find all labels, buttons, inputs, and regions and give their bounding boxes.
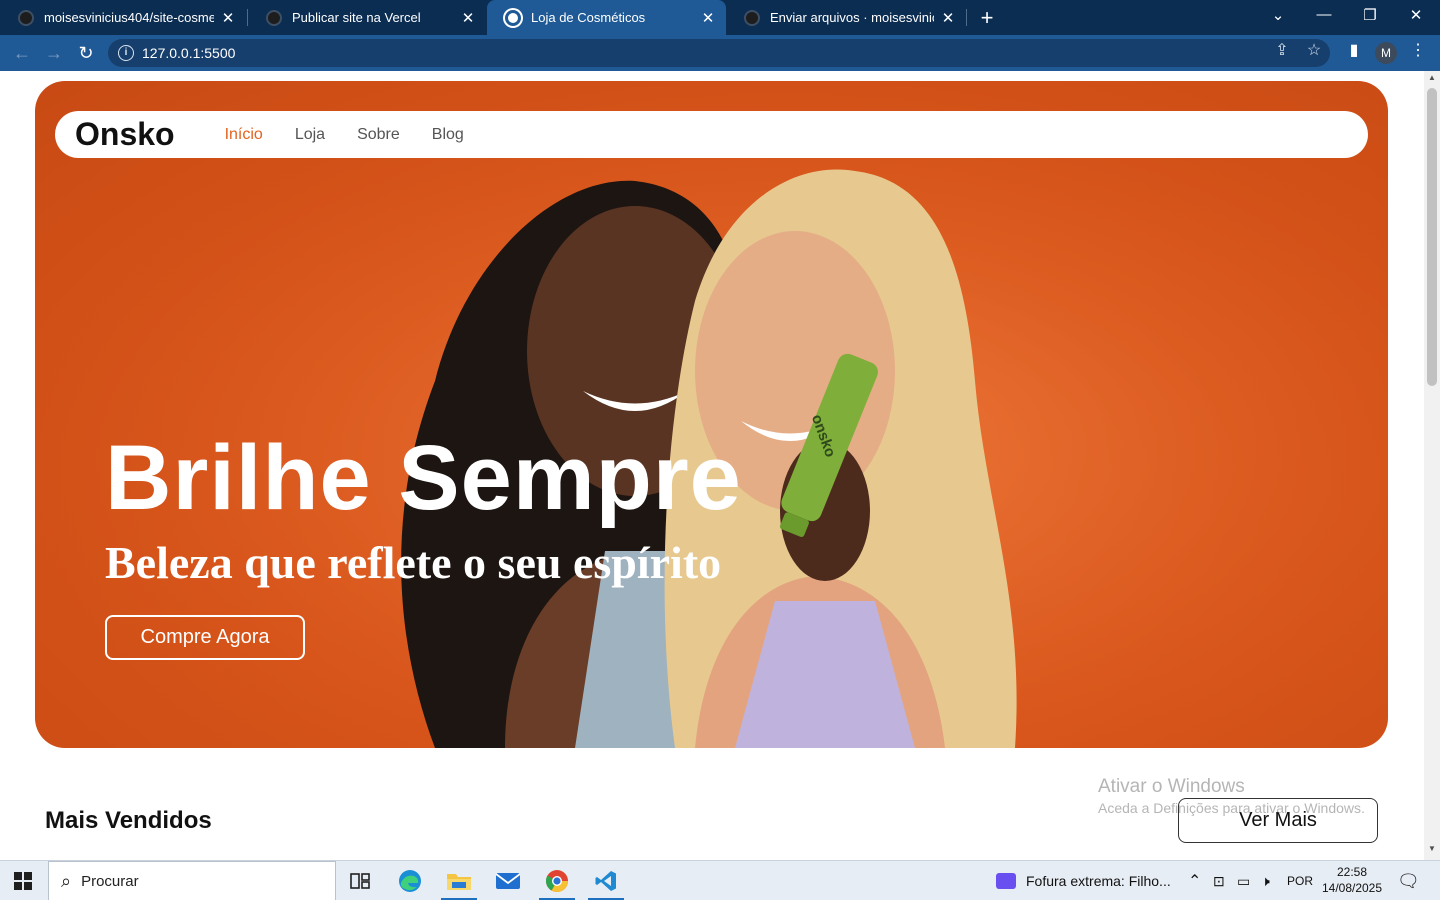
news-text: Fofura extrema: Filho...	[1026, 873, 1171, 889]
mail-icon[interactable]	[488, 865, 528, 897]
reload-icon[interactable]: ↻	[74, 41, 98, 65]
meet-icon[interactable]: ⊡	[1213, 861, 1225, 900]
notifications-icon[interactable]: 🗨	[1397, 861, 1420, 900]
tab-title: Enviar arquivos · moisesvinicius404	[770, 10, 934, 25]
nav-link-loja[interactable]: Loja	[295, 126, 325, 144]
hero-banner: onsko Onsko Início Loja Sobre Blog Brilh…	[35, 81, 1388, 748]
windows-start-icon[interactable]	[14, 872, 32, 890]
back-arrow-icon[interactable]: ←	[10, 41, 34, 65]
see-more-button[interactable]: Ver Mais	[1178, 798, 1378, 843]
taskbar-clock[interactable]: 22:58 14/08/2025	[1318, 864, 1386, 896]
network-icon[interactable]: ▭	[1237, 861, 1250, 900]
forward-arrow-icon[interactable]: →	[42, 41, 66, 65]
site-navbar: Onsko Início Loja Sobre Blog	[55, 111, 1368, 158]
taskbar-search[interactable]: ⌕ Procurar	[48, 861, 336, 900]
nav-link-sobre[interactable]: Sobre	[357, 126, 400, 144]
show-hidden-icons-chevron-icon[interactable]: ⌃	[1188, 861, 1201, 900]
restore-icon[interactable]: ❐	[1360, 6, 1380, 24]
tab-github-repo[interactable]: moisesvinicius404/site-cosmetico ✕	[0, 0, 246, 35]
scroll-thumb[interactable]	[1427, 88, 1437, 386]
bookmark-star-icon[interactable]: ☆	[1304, 40, 1324, 60]
nav-link-inicio[interactable]: Início	[225, 126, 263, 144]
browser-menu-icon[interactable]: ⋮	[1408, 40, 1428, 60]
url-text[interactable]: 127.0.0.1:5500	[142, 45, 235, 61]
video-icon	[996, 873, 1016, 889]
share-icon[interactable]: ⇪	[1272, 40, 1292, 60]
github-icon	[744, 9, 760, 26]
task-view-icon[interactable]	[340, 865, 380, 897]
best-sellers-heading: Mais Vendidos	[45, 807, 212, 834]
clock-date: 14/08/2025	[1321, 881, 1383, 895]
scroll-up-icon[interactable]: ▲	[1424, 73, 1440, 87]
minimize-icon[interactable]: —	[1314, 6, 1334, 23]
tab-title: Publicar site na Vercel	[292, 10, 421, 25]
tab-enviar-arquivos[interactable]: Enviar arquivos · moisesvinicius404 ✕	[726, 0, 966, 35]
close-icon[interactable]: ✕	[700, 9, 716, 27]
news-widget[interactable]: Fofura extrema: Filho...	[996, 861, 1171, 900]
hero-title: Brilhe Sempre	[105, 427, 742, 529]
close-icon[interactable]: ✕	[220, 9, 236, 27]
volume-muted-icon[interactable]: 🕨	[1261, 861, 1270, 900]
browser-toolbar: ← → ↻ i 127.0.0.1:5500 ⇪ ☆ ▮ ⋮	[0, 35, 1440, 71]
vscode-icon[interactable]	[586, 865, 626, 900]
scroll-down-icon[interactable]: ▼	[1424, 844, 1440, 858]
language-indicator[interactable]: POR	[1287, 861, 1313, 900]
file-explorer-icon[interactable]	[439, 865, 479, 900]
new-tab-button[interactable]: +	[976, 5, 998, 31]
tab-search-chevron-icon[interactable]: ⌄	[1268, 6, 1288, 24]
tab-divider	[966, 9, 967, 26]
search-placeholder: Procurar	[81, 872, 139, 890]
tab-loja-cosmeticos[interactable]: Loja de Cosméticos ✕	[487, 0, 726, 35]
close-icon[interactable]: ✕	[940, 9, 956, 27]
watermark-line-1: Ativar o Windows	[1098, 776, 1245, 797]
clock-time: 22:58	[1336, 865, 1368, 879]
address-bar[interactable]: i 127.0.0.1:5500	[108, 39, 1330, 67]
close-icon[interactable]: ✕	[460, 9, 476, 27]
window-close-icon[interactable]: ✕	[1406, 6, 1426, 24]
browser-tab-strip: moisesvinicius404/site-cosmetico ✕ Publi…	[0, 0, 1440, 35]
shop-now-button[interactable]: Compre Agora	[105, 615, 305, 660]
globe-icon	[505, 9, 521, 26]
brand-logo[interactable]: Onsko	[75, 116, 175, 153]
search-icon: ⌕	[61, 870, 72, 891]
github-icon	[18, 9, 34, 26]
profile-avatar[interactable]: M	[1375, 42, 1397, 64]
web-page: onsko Onsko Início Loja Sobre Blog Brilh…	[0, 71, 1424, 860]
tab-vercel[interactable]: Publicar site na Vercel ✕	[248, 0, 486, 35]
chrome-icon[interactable]	[537, 865, 577, 900]
page-scrollbar[interactable]: ▲ ▼	[1424, 71, 1440, 860]
site-info-icon[interactable]: i	[118, 45, 134, 61]
tab-title: Loja de Cosméticos	[531, 10, 646, 25]
vercel-icon	[266, 9, 282, 26]
side-panel-icon[interactable]: ▮	[1344, 40, 1364, 60]
tab-title: moisesvinicius404/site-cosmetico	[44, 10, 214, 25]
windows-taskbar: ⌕ Procurar Fofura extrema: Filho... ⌃ ⊡ …	[0, 860, 1440, 900]
hero-subtitle: Beleza que reflete o seu espírito	[105, 537, 722, 588]
edge-icon[interactable]	[390, 865, 430, 897]
nav-link-blog[interactable]: Blog	[432, 126, 464, 144]
